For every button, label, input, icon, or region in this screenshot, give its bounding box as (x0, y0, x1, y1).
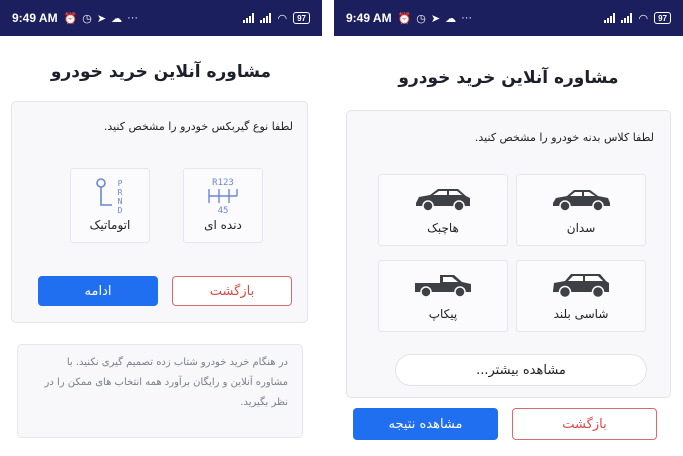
show-more-button[interactable]: مشاهده بیشتر... (395, 354, 647, 386)
wifi-icon: ◠ (277, 12, 288, 25)
telegram-icon: ➤ (96, 12, 107, 25)
signal-1-icon (604, 13, 616, 23)
signal-2-icon (621, 13, 633, 23)
suv-car-icon (553, 274, 609, 299)
status-bar: 9:49 AM ⏰ ◷ ➤ ☁ ··· ◠ 97 (334, 0, 683, 36)
continue-button[interactable]: ادامه (38, 276, 158, 306)
hatchback-car-icon (416, 189, 470, 212)
pickup-truck-icon (415, 275, 471, 298)
sedan-car-icon (553, 190, 610, 212)
manual-gear-icon: R123 45 (208, 178, 238, 215)
manual-gear-bottom-text: 45 (218, 206, 229, 215)
option-manual-label: دنده ای (204, 218, 242, 232)
status-bar: 9:49 AM ⏰ ◷ ➤ ☁ ··· ◠ 97 (0, 0, 322, 36)
option-automatic-label: اتوماتیک (89, 218, 131, 232)
status-time: 9:49 AM (12, 11, 58, 25)
page-title: مشاوره آنلاین خرید خودرو (398, 68, 619, 88)
automatic-gear-icon: P R N D (96, 178, 123, 215)
svg-text:D: D (118, 206, 123, 215)
option-hatchback[interactable]: هاچبک (378, 174, 508, 246)
manual-gear-top-text: R123 (212, 178, 234, 188)
alarm-icon: ⏰ (63, 12, 78, 25)
svg-text:R: R (118, 188, 123, 197)
screen-body-class: 9:49 AM ⏰ ◷ ➤ ☁ ··· ◠ 97 مشاوره آنلاین خ… (334, 0, 683, 456)
svg-text:N: N (118, 197, 123, 206)
alarm-icon: ⏰ (397, 12, 412, 25)
battery-icon: 97 (293, 12, 310, 24)
battery-icon: 97 (654, 12, 671, 24)
option-pickup[interactable]: پیکاپ (378, 260, 508, 332)
page-title: مشاوره آنلاین خرید خودرو (50, 62, 272, 82)
option-suv[interactable]: شاسی بلند (516, 260, 646, 332)
clock-icon: ◷ (82, 12, 92, 25)
screen-gearbox: 9:49 AM ⏰ ◷ ➤ ☁ ··· ◠ 97 مشاوره آنلاین خ… (0, 0, 322, 456)
signal-2-icon (260, 13, 272, 23)
option-pickup-label: پیکاپ (428, 307, 458, 321)
body-class-prompt: لطفا کلاس بدنه خودرو را مشخص کنید. (474, 131, 654, 144)
option-hatchback-label: هاچبک (427, 221, 459, 235)
option-sedan-label: سدان (566, 221, 596, 235)
option-suv-label: شاسی بلند (553, 307, 609, 321)
status-time: 9:49 AM (346, 11, 392, 25)
option-automatic[interactable]: P R N D اتوماتیک (70, 168, 150, 243)
svg-text:P: P (118, 179, 123, 188)
show-result-button[interactable]: مشاهده نتیجه (353, 408, 498, 440)
cloud-icon: ☁ (445, 12, 457, 25)
back-button[interactable]: بازگشت (512, 408, 657, 440)
option-manual[interactable]: R123 45 دنده ای (183, 168, 263, 243)
more-icon: ··· (461, 12, 473, 24)
more-icon: ··· (127, 12, 139, 24)
body-class-card: لطفا کلاس بدنه خودرو را مشخص کنید. سدان … (346, 110, 671, 398)
cloud-icon: ☁ (111, 12, 123, 25)
back-button[interactable]: بازگشت (172, 276, 292, 306)
gearbox-prompt: لطفا نوع گیربکس خودرو را مشخص کنید. (103, 120, 293, 133)
wifi-icon: ◠ (638, 12, 649, 25)
signal-1-icon (243, 13, 255, 23)
option-sedan[interactable]: سدان (516, 174, 646, 246)
gearbox-card: لطفا نوع گیربکس خودرو را مشخص کنید. R123… (11, 101, 308, 323)
telegram-icon: ➤ (430, 12, 441, 25)
advice-note: در هنگام خرید خودرو شتاب زده تصمیم گیری … (17, 344, 303, 438)
clock-icon: ◷ (416, 12, 426, 25)
